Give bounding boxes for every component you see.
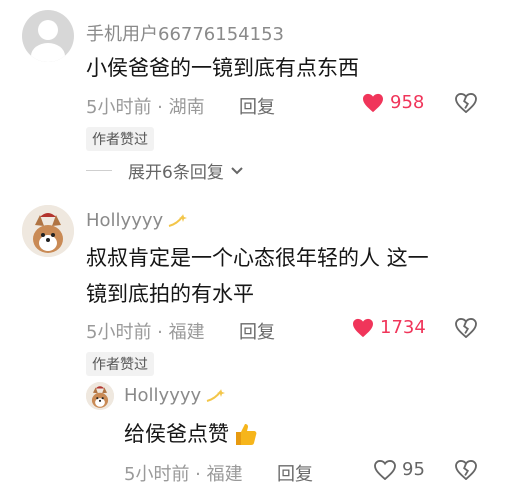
comment-text: 小侯爸爸的一镜到底有点东西: [86, 56, 359, 80]
comment-time-location: 5小时前 · 福建: [86, 322, 205, 343]
author-liked-badge: 作者赞过: [86, 352, 154, 376]
reply-button[interactable]: 回复: [239, 93, 275, 119]
chevron-down-icon: [231, 166, 243, 174]
username-text: Hollyyyy: [124, 385, 202, 406]
dog-avatar-icon: [22, 205, 74, 257]
reply-button[interactable]: 回复: [277, 460, 313, 486]
expand-replies-button[interactable]: 展开6条回复: [86, 158, 244, 183]
broken-heart-icon: [455, 460, 477, 480]
reply-username[interactable]: Hollyyyy: [124, 385, 227, 406]
reply-text-content: 给侯爸点赞: [124, 422, 229, 446]
user-avatar[interactable]: [22, 205, 74, 257]
sparkle-icon: [206, 388, 226, 402]
like-button[interactable]: 958: [362, 92, 424, 113]
expand-replies-label: 展开6条回复: [128, 163, 224, 183]
like-count: 95: [402, 459, 425, 480]
sparkle-icon: [168, 213, 188, 227]
reply-button[interactable]: 回复: [239, 318, 275, 344]
like-count: 958: [390, 92, 425, 113]
divider-line: [86, 170, 112, 171]
user-avatar[interactable]: [22, 10, 74, 62]
reply-text: 给侯爸点赞: [124, 416, 259, 452]
dislike-button[interactable]: [455, 93, 477, 113]
comment-time-location: 5小时前 · 湖南: [86, 97, 205, 118]
like-button[interactable]: 95: [374, 459, 425, 480]
user-avatar[interactable]: [86, 382, 114, 410]
like-button[interactable]: 1734: [352, 317, 426, 338]
dislike-button[interactable]: [455, 460, 477, 480]
comment-text: 叔叔肯定是一个心态很年轻的人 这一 镜到底拍的有水平: [86, 240, 429, 312]
like-count: 1734: [380, 317, 426, 338]
comment-username[interactable]: Hollyyyy: [86, 210, 189, 231]
username-text: Hollyyyy: [86, 210, 164, 231]
reply-time-location: 5小时前 · 福建: [124, 464, 243, 485]
comment-username[interactable]: 手机用户66776154153: [86, 20, 284, 46]
broken-heart-icon: [455, 318, 477, 338]
author-liked-badge: 作者赞过: [86, 127, 154, 151]
default-avatar-icon: [31, 20, 65, 62]
thumbs-up-icon: [236, 424, 257, 445]
comment-text-line: 叔叔肯定是一个心态很年轻的人 这一: [86, 246, 429, 270]
heart-filled-icon: [353, 318, 373, 337]
broken-heart-icon: [455, 93, 477, 113]
heart-outline-icon: [374, 459, 396, 480]
heart-filled-icon: [363, 93, 383, 112]
comment-text-line: 镜到底拍的有水平: [86, 282, 254, 306]
dislike-button[interactable]: [455, 318, 477, 338]
dog-avatar-icon: [86, 382, 114, 410]
